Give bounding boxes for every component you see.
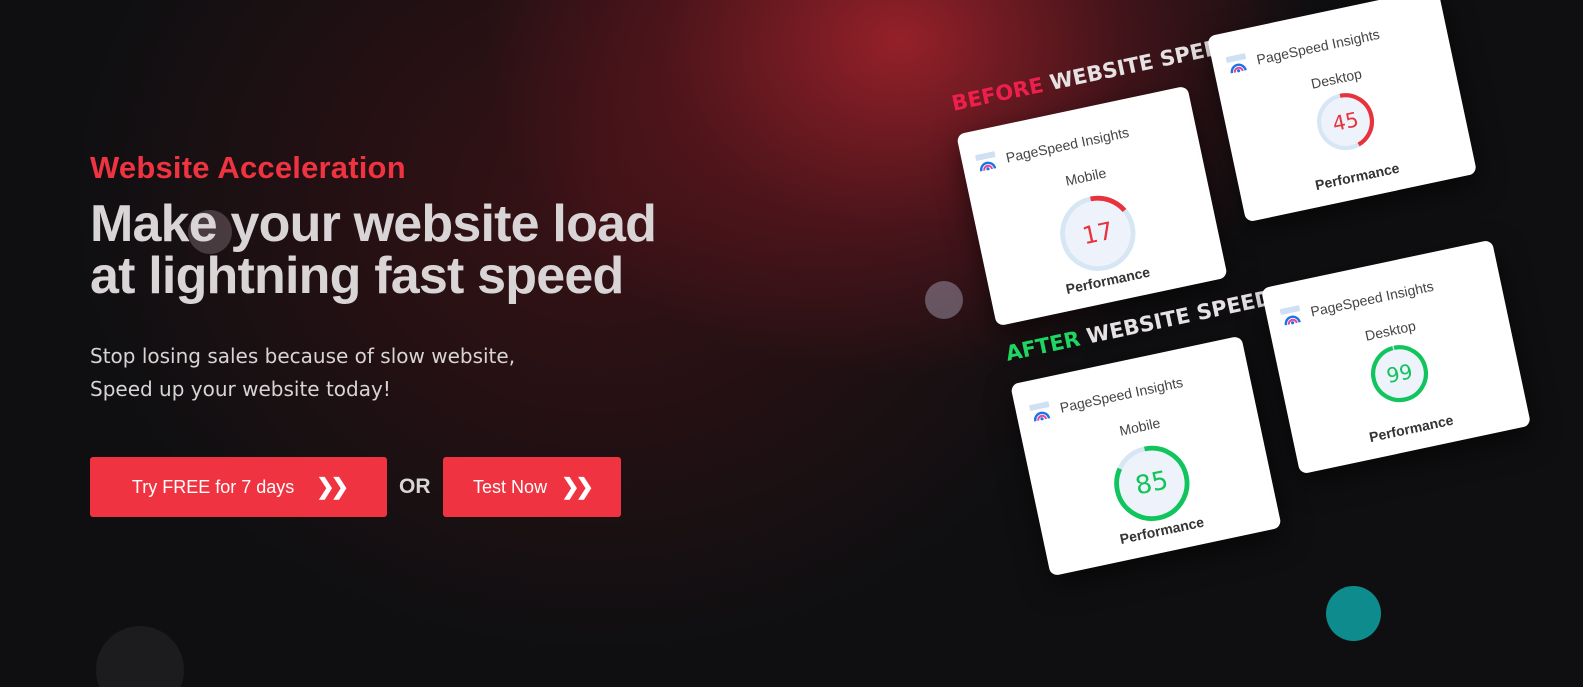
or-separator: OR — [399, 475, 431, 498]
hero-kicker: Website Acceleration — [90, 150, 406, 185]
headline-line-2: at lightning fast speed — [90, 247, 624, 305]
brand-label: PageSpeed Insights — [1004, 123, 1131, 166]
before-heading: BEFORE WEBSITE SPEEDY — [950, 29, 1252, 116]
performance-label: Performance — [1367, 411, 1455, 446]
before-prefix: BEFORE — [949, 72, 1046, 116]
brand-label: PageSpeed Insights — [1058, 373, 1185, 416]
subtitle-line-1: Stop losing sales because of slow websit… — [90, 344, 516, 368]
pagespeed-logo-icon — [1225, 53, 1249, 75]
before-desktop-card: PageSpeed Insights Desktop 45 Performanc… — [1206, 0, 1478, 223]
try-free-button[interactable]: Try FREE for 7 days ❯❯ — [90, 457, 387, 517]
after-mobile-card: PageSpeed Insights Mobile 85 Performance — [1010, 335, 1282, 577]
score-gauge: 45 — [1317, 93, 1375, 151]
test-now-button[interactable]: Test Now ❯❯ — [442, 457, 621, 517]
pagespeed-logo-icon — [1279, 305, 1303, 327]
pagespeed-logo-icon — [975, 151, 998, 173]
pagespeed-logo-icon — [1029, 401, 1052, 423]
try-free-label: Try FREE for 7 days — [131, 476, 295, 497]
after-prefix: AFTER — [1003, 326, 1083, 366]
headline-line-1: Make your website load — [90, 195, 657, 253]
pagespeed-comparison: BEFORE WEBSITE SPEEDY PageSpeed Insights… — [930, 0, 1570, 687]
hero-headline: Make your website load at lightning fast… — [90, 198, 730, 302]
before-mobile-card: PageSpeed Insights Mobile 17 Performance — [956, 85, 1228, 327]
after-desktop-card: PageSpeed Insights Desktop 99 Performanc… — [1260, 239, 1532, 475]
subtitle-line-2: Speed up your website today! — [90, 377, 391, 401]
score-gauge: 99 — [1371, 345, 1429, 403]
hero-section: Website Acceleration Make your website l… — [90, 150, 730, 406]
brand-label: PageSpeed Insights — [1255, 25, 1381, 68]
performance-label: Performance — [1313, 159, 1401, 194]
double-chevron-right-icon: ❯❯ — [561, 474, 594, 499]
double-chevron-right-icon: ❯❯ — [316, 474, 349, 499]
brand-label: PageSpeed Insights — [1309, 277, 1435, 320]
test-now-label: Test Now — [473, 476, 548, 497]
hero-subtitle: Stop losing sales because of slow websit… — [90, 340, 730, 406]
cta-row: Try FREE for 7 days ❯❯ OR Test Now ❯❯ — [90, 457, 621, 517]
